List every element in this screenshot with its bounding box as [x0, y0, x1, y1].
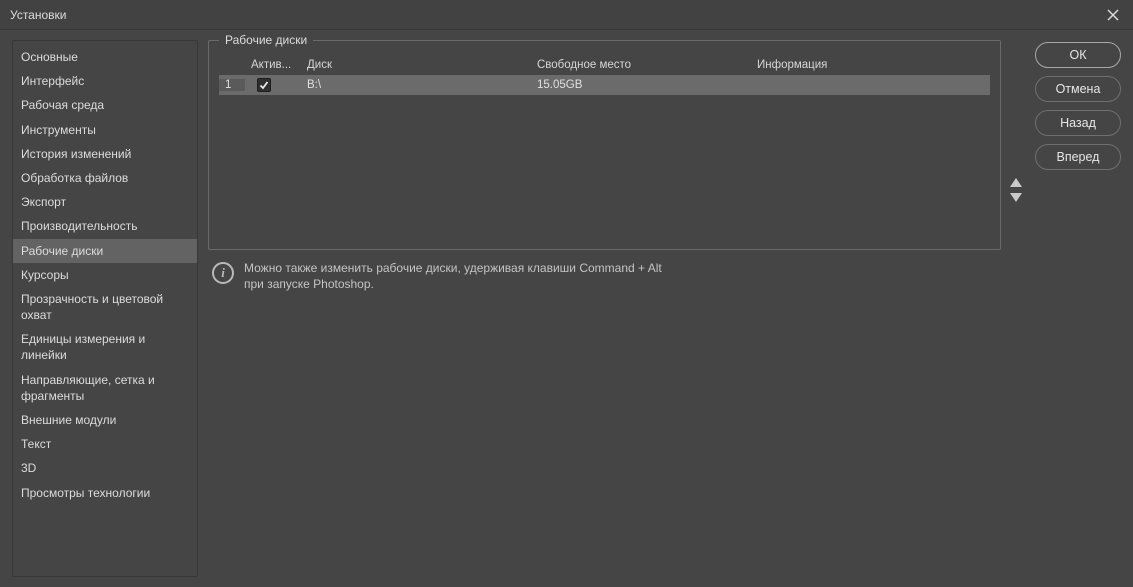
row-disk: B:\: [301, 79, 531, 91]
sidebar: ОсновныеИнтерфейсРабочая средаИнструмент…: [12, 40, 198, 577]
move-down-button[interactable]: [1010, 193, 1022, 202]
sidebar-item[interactable]: Единицы измерения и линейки: [13, 327, 197, 367]
sidebar-item[interactable]: Экспорт: [13, 190, 197, 214]
sidebar-item[interactable]: Прозрачность и цветовой охват: [13, 287, 197, 327]
sidebar-item[interactable]: Рабочие диски: [13, 239, 197, 263]
titlebar: Установки: [0, 0, 1133, 30]
col-free[interactable]: Свободное место: [531, 59, 751, 71]
move-up-button[interactable]: [1010, 178, 1022, 187]
sidebar-item[interactable]: Курсоры: [13, 263, 197, 287]
sidebar-item[interactable]: Внешние модули: [13, 408, 197, 432]
sidebar-item[interactable]: Основные: [13, 45, 197, 69]
prev-button[interactable]: Назад: [1035, 110, 1121, 136]
next-button[interactable]: Вперед: [1035, 144, 1121, 170]
cancel-button[interactable]: Отмена: [1035, 76, 1121, 102]
col-active[interactable]: Актив...: [245, 59, 301, 71]
reorder-arrows: [1007, 40, 1025, 250]
sidebar-item[interactable]: 3D: [13, 456, 197, 480]
hint-text: Можно также изменить рабочие диски, удер…: [244, 260, 662, 292]
row-active[interactable]: [245, 78, 301, 93]
row-free: 15.05GB: [531, 79, 751, 91]
col-info[interactable]: Информация: [751, 59, 990, 71]
sidebar-item[interactable]: История изменений: [13, 142, 197, 166]
scratch-disks-table: Актив... Диск Свободное место Информация…: [219, 55, 990, 95]
scratch-disks-panel: Рабочие диски Актив... Диск Свободное ме…: [208, 40, 1001, 250]
close-icon: [1106, 8, 1120, 22]
col-disk[interactable]: Диск: [301, 59, 531, 71]
sidebar-item[interactable]: Текст: [13, 432, 197, 456]
table-row[interactable]: 1 B:\15.05GB: [219, 75, 990, 95]
sidebar-item[interactable]: Интерфейс: [13, 69, 197, 93]
sidebar-item[interactable]: Рабочая среда: [13, 93, 197, 117]
dialog-buttons: ОК Отмена Назад Вперед: [1035, 40, 1121, 577]
sidebar-item[interactable]: Инструменты: [13, 118, 197, 142]
hint: i Можно также изменить рабочие диски, уд…: [208, 258, 1025, 294]
sidebar-item[interactable]: Направляющие, сетка и фрагменты: [13, 368, 197, 408]
sidebar-item[interactable]: Производительность: [13, 214, 197, 238]
ok-button[interactable]: ОК: [1035, 42, 1121, 68]
close-button[interactable]: [1101, 3, 1125, 27]
row-index: 1: [219, 79, 245, 91]
info-icon: i: [212, 262, 234, 284]
window-title: Установки: [10, 8, 66, 22]
active-checkbox[interactable]: [257, 78, 271, 92]
panel-title: Рабочие диски: [219, 33, 313, 47]
table-header: Актив... Диск Свободное место Информация: [219, 55, 990, 75]
sidebar-item[interactable]: Просмотры технологии: [13, 481, 197, 505]
sidebar-item[interactable]: Обработка файлов: [13, 166, 197, 190]
